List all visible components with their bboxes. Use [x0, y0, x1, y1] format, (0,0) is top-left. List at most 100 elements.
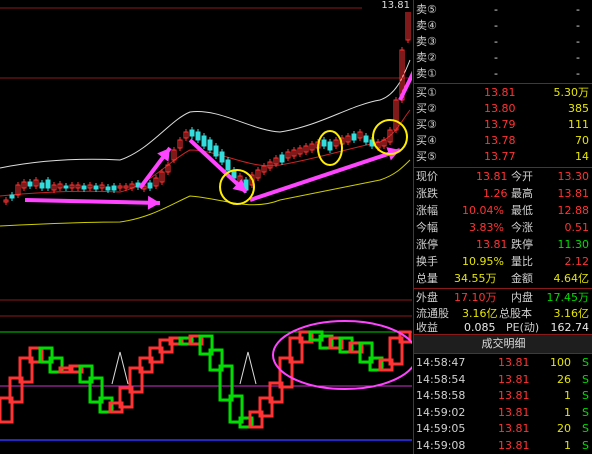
trade-price: 13.81 — [498, 405, 530, 419]
amp-value: 3.83% — [469, 221, 504, 234]
bid-row-4: 买④ 13.78 70 — [414, 133, 592, 149]
ratio-label: 量比 — [511, 255, 533, 268]
trade-row: 14:59:08 13.81 1 S — [414, 438, 592, 454]
ask-price: - — [494, 19, 498, 32]
candle — [207, 139, 213, 151]
rise-value: 0.51 — [564, 221, 590, 234]
trade-time: 14:58:54 — [416, 372, 466, 386]
candle — [93, 185, 99, 190]
candle — [81, 185, 87, 190]
now-value: 13.81 — [476, 170, 508, 183]
turnover-value: 10.95% — [462, 255, 504, 268]
trade-volume: 20 — [557, 422, 571, 435]
trend-arrow-1 — [24, 198, 161, 205]
ask-volume: - — [576, 67, 580, 80]
trade-time: 14:59:05 — [416, 422, 466, 435]
candle — [105, 186, 111, 191]
trade-price: 13.81 — [498, 356, 530, 369]
candle — [219, 151, 225, 163]
bid-volume: 70 — [575, 134, 589, 147]
candle — [45, 179, 51, 189]
candle — [201, 135, 207, 147]
ask-label: 卖① — [416, 67, 437, 80]
ask-price: - — [494, 35, 498, 48]
now-label: 现价 — [416, 170, 438, 183]
outer-value: 17.10万 — [454, 291, 497, 304]
trade-side: S — [582, 422, 589, 435]
candle — [111, 185, 117, 191]
candle — [9, 194, 15, 199]
divider — [414, 288, 592, 289]
candle — [63, 185, 69, 189]
quote-row-limit: 涨停 13.81 跌停 11.30 — [414, 237, 592, 253]
ask-row-1: 卖① - - — [414, 66, 592, 82]
kline-chart-area[interactable]: 13.81 — [0, 0, 412, 454]
amount-label: 金额 — [511, 272, 533, 285]
ask-label: 卖③ — [416, 35, 437, 48]
quote-row-chg: 涨跌 1.26 最高 13.81 — [414, 186, 592, 202]
bid-volume: 14 — [575, 150, 589, 163]
open-label: 今开 — [511, 170, 533, 183]
candle — [363, 135, 369, 143]
bid-label: 买④ — [416, 134, 437, 147]
ask-price: - — [494, 67, 498, 80]
high-label: 最高 — [511, 187, 533, 200]
trade-price: 13.81 — [498, 372, 530, 386]
trade-side: S — [582, 438, 589, 452]
limit-up-label: 涨停 — [416, 238, 438, 251]
bid-row-3: 买③ 13.79 111 — [414, 117, 592, 133]
bid-label: 买② — [416, 102, 437, 115]
trade-side: S — [582, 356, 589, 369]
volume-value: 34.55万 — [454, 272, 497, 285]
quote-panel: 卖⑤ - - 卖④ - - 卖③ - - 卖② - - 卖① - - 买① 13… — [413, 0, 592, 454]
bid-price: 13.79 — [484, 118, 516, 131]
bid-price: 13.77 — [484, 150, 516, 163]
bid-label: 买③ — [416, 118, 437, 131]
open-value: 13.30 — [557, 170, 590, 183]
bid-price: 13.80 — [484, 102, 516, 115]
inner-label: 内盘 — [511, 291, 533, 304]
volume-label: 总量 — [416, 272, 438, 285]
candle — [147, 182, 153, 189]
candle — [27, 181, 33, 187]
candle — [279, 154, 285, 163]
low-value: 12.88 — [557, 204, 590, 217]
bid-volume: 385 — [568, 102, 589, 115]
ask-volume: - — [576, 35, 580, 48]
ask-price: - — [494, 51, 498, 64]
chg-value: 1.26 — [483, 187, 508, 200]
pct-value: 10.04% — [462, 204, 504, 217]
chart-svg — [0, 5, 412, 441]
low-label: 最低 — [511, 204, 533, 217]
trade-detail-title[interactable]: 成交明细 — [414, 334, 592, 354]
quote-row-volume: 总量 34.55万 金额 4.64亿 — [414, 271, 592, 287]
ask-row-2: 卖② - - — [414, 50, 592, 66]
bid-row-2: 买② 13.80 385 — [414, 101, 592, 117]
limit-down-value: 11.30 — [557, 238, 590, 251]
trade-volume: 26 — [557, 372, 571, 386]
bid-volume: 5.30万 — [553, 86, 590, 99]
outer-label: 外盘 — [416, 291, 438, 304]
trend-arrow-1-head — [147, 195, 160, 210]
bid-row-5: 买⑤ 13.77 14 — [414, 149, 592, 165]
high-value: 13.81 — [557, 187, 590, 200]
trade-side: S — [582, 405, 589, 419]
trade-volume: 1 — [564, 405, 571, 419]
trade-time: 14:58:47 — [416, 356, 466, 369]
trade-time: 14:59:02 — [416, 405, 466, 419]
bid-price: 13.78 — [484, 134, 516, 147]
top-price-label: 13.81 — [362, 0, 412, 12]
trade-row: 14:59:05 13.81 20 S — [414, 421, 592, 437]
trade-volume: 100 — [550, 356, 571, 369]
ask-volume: - — [576, 3, 580, 16]
ask-row-3: 卖③ - - — [414, 34, 592, 50]
turnover-label: 换手 — [416, 255, 438, 268]
band-lower — [0, 159, 411, 227]
amp-label: 今幅 — [416, 221, 438, 234]
ask-volume: - — [576, 19, 580, 32]
ask-label: 卖⑤ — [416, 3, 437, 16]
trade-price: 13.81 — [498, 389, 530, 402]
ask-price: - — [494, 3, 498, 16]
trade-time: 14:59:08 — [416, 438, 466, 452]
candle — [213, 145, 219, 157]
